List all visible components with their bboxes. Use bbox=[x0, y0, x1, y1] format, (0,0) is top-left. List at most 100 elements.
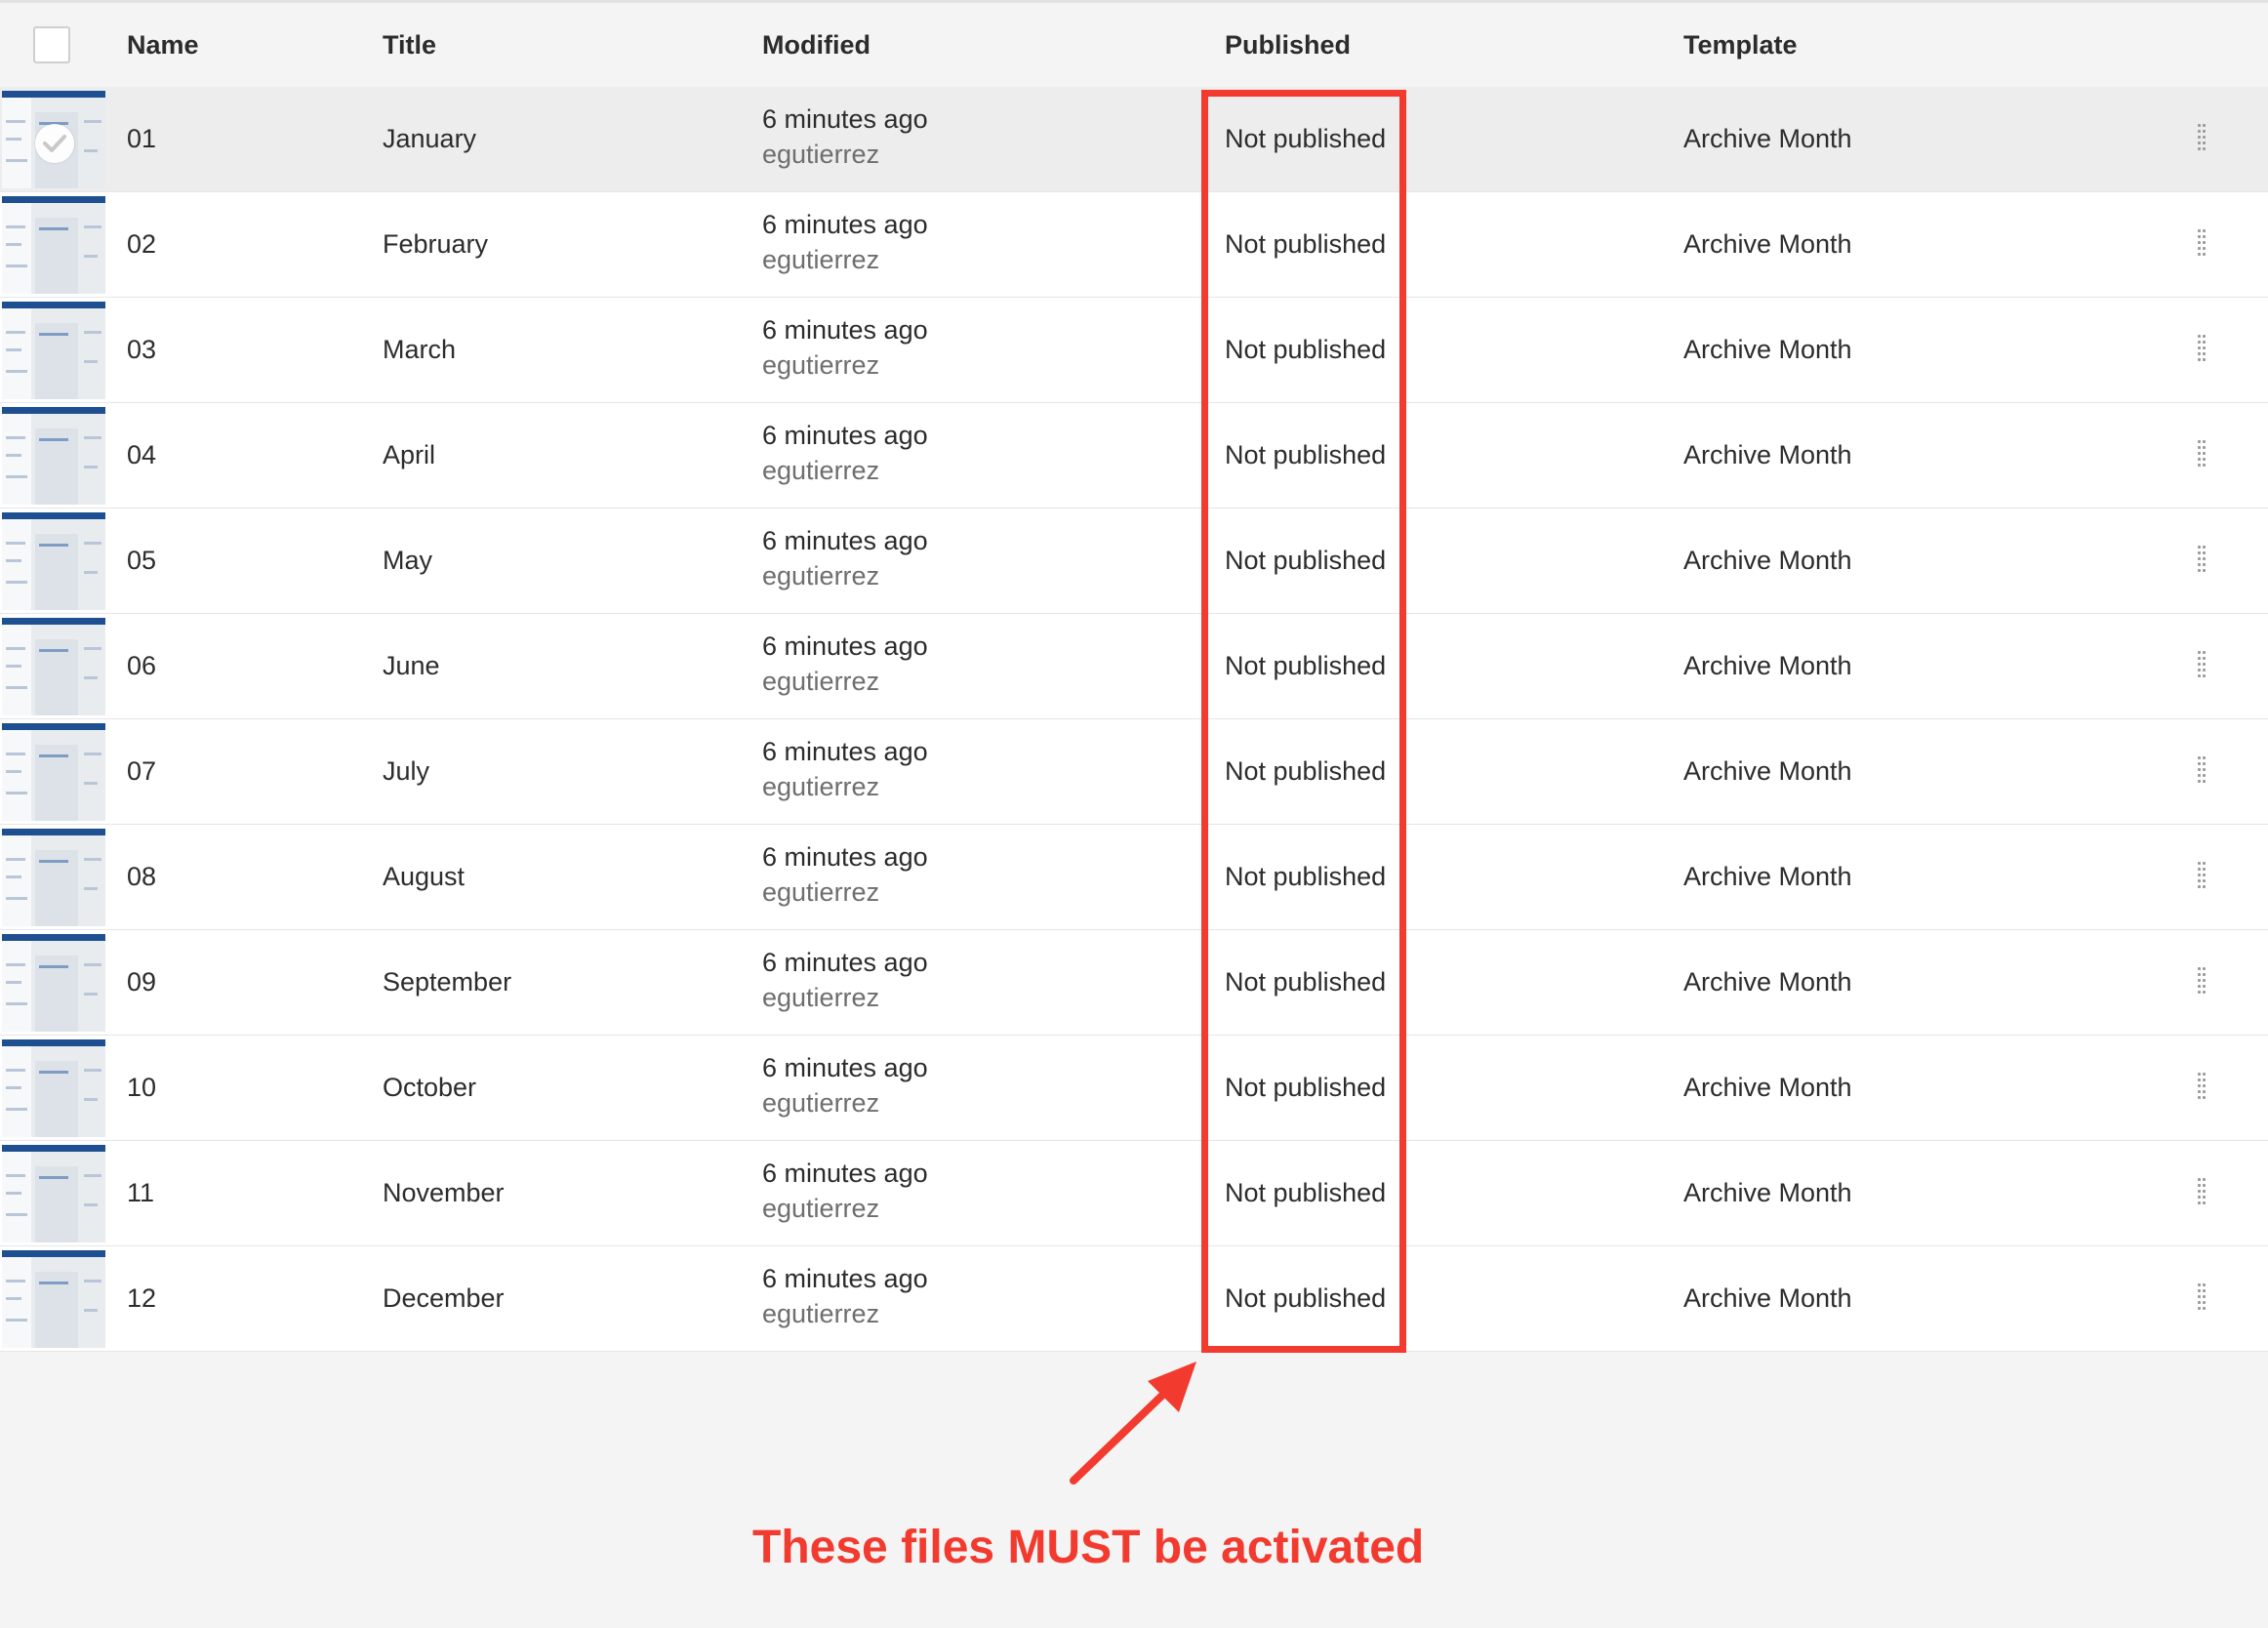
cell-title: January bbox=[383, 124, 477, 153]
page-thumbnail-icon[interactable] bbox=[2, 829, 105, 926]
cell-template: Archive Month bbox=[1683, 335, 1852, 364]
page-thumbnail-icon[interactable] bbox=[2, 1250, 105, 1348]
cell-modified-time: 6 minutes ago bbox=[762, 1053, 928, 1082]
drag-handle-icon[interactable] bbox=[2196, 124, 2207, 155]
cell-name: 06 bbox=[127, 651, 157, 680]
cell-published-status: Not published bbox=[1225, 546, 1387, 575]
cell-modified-by: egutierrez bbox=[762, 561, 880, 590]
cell-published-status: Not published bbox=[1225, 1178, 1387, 1207]
cell-published-status: Not published bbox=[1225, 862, 1387, 891]
column-header-name[interactable]: Name bbox=[127, 30, 199, 61]
cell-published-status: Not published bbox=[1225, 229, 1387, 259]
cell-modified-by: egutierrez bbox=[762, 667, 880, 696]
column-header-title[interactable]: Title bbox=[383, 30, 436, 61]
page-thumbnail-icon[interactable] bbox=[2, 618, 105, 715]
cell-title: July bbox=[383, 756, 430, 786]
table-row[interactable]: 11 November 6 minutes ago egutierrez Not… bbox=[0, 1141, 2268, 1246]
checkmark-icon[interactable] bbox=[35, 124, 74, 163]
cell-published-status: Not published bbox=[1225, 1283, 1387, 1313]
cell-template: Archive Month bbox=[1683, 1283, 1852, 1313]
page-thumbnail-icon[interactable] bbox=[2, 512, 105, 610]
page-thumbnail-icon[interactable] bbox=[2, 91, 105, 188]
cell-name: 11 bbox=[127, 1178, 155, 1207]
cell-modified-time: 6 minutes ago bbox=[762, 210, 928, 239]
cell-template: Archive Month bbox=[1683, 967, 1852, 997]
table-row[interactable]: 10 October 6 minutes ago egutierrez Not … bbox=[0, 1036, 2268, 1141]
cell-modified-time: 6 minutes ago bbox=[762, 1264, 928, 1293]
cell-template: Archive Month bbox=[1683, 440, 1852, 469]
cell-modified-time: 6 minutes ago bbox=[762, 842, 928, 872]
cell-published-status: Not published bbox=[1225, 335, 1387, 364]
drag-handle-icon[interactable] bbox=[2196, 335, 2207, 366]
column-header-published[interactable]: Published bbox=[1225, 30, 1351, 61]
table-row[interactable]: 08 August 6 minutes ago egutierrez Not p… bbox=[0, 825, 2268, 930]
table-row[interactable]: 01 January 6 minutes ago egutierrez Not … bbox=[0, 87, 2268, 192]
cell-modified-by: egutierrez bbox=[762, 456, 880, 485]
cell-template: Archive Month bbox=[1683, 229, 1852, 259]
cell-modified-time: 6 minutes ago bbox=[762, 315, 928, 345]
page-thumbnail-icon[interactable] bbox=[2, 1039, 105, 1137]
page-thumbnail-icon[interactable] bbox=[2, 1145, 105, 1242]
column-header-modified[interactable]: Modified bbox=[762, 30, 871, 61]
cell-title: April bbox=[383, 440, 436, 469]
drag-handle-icon[interactable] bbox=[2196, 967, 2207, 998]
table-row[interactable]: 04 April 6 minutes ago egutierrez Not pu… bbox=[0, 403, 2268, 509]
cell-name: 10 bbox=[127, 1073, 157, 1102]
cell-published-status: Not published bbox=[1225, 756, 1387, 786]
cell-published-status: Not published bbox=[1225, 124, 1387, 153]
table-row[interactable]: 02 February 6 minutes ago egutierrez Not… bbox=[0, 192, 2268, 298]
table-row[interactable]: 05 May 6 minutes ago egutierrez Not publ… bbox=[0, 509, 2268, 614]
drag-handle-icon[interactable] bbox=[2196, 1283, 2207, 1315]
page-thumbnail-icon[interactable] bbox=[2, 723, 105, 821]
select-all-checkbox[interactable] bbox=[33, 26, 70, 63]
page-thumbnail-icon[interactable] bbox=[2, 407, 105, 505]
page-thumbnail-icon[interactable] bbox=[2, 934, 105, 1032]
cell-title: October bbox=[383, 1073, 477, 1102]
cell-name: 01 bbox=[127, 124, 157, 153]
drag-handle-icon[interactable] bbox=[2196, 756, 2207, 788]
cell-name: 09 bbox=[127, 967, 157, 997]
cell-template: Archive Month bbox=[1683, 651, 1852, 680]
drag-handle-icon[interactable] bbox=[2196, 1073, 2207, 1104]
cell-modified-by: egutierrez bbox=[762, 877, 880, 907]
table-row[interactable]: 12 December 6 minutes ago egutierrez Not… bbox=[0, 1246, 2268, 1352]
cell-template: Archive Month bbox=[1683, 862, 1852, 891]
drag-handle-icon[interactable] bbox=[2196, 862, 2207, 893]
cell-name: 04 bbox=[127, 440, 157, 469]
cell-name: 08 bbox=[127, 862, 157, 891]
drag-handle-icon[interactable] bbox=[2196, 1178, 2207, 1209]
page-thumbnail-icon[interactable] bbox=[2, 196, 105, 294]
cell-title: August bbox=[383, 862, 466, 891]
page-thumbnail-icon[interactable] bbox=[2, 302, 105, 399]
cell-modified-time: 6 minutes ago bbox=[762, 526, 928, 555]
cell-modified-time: 6 minutes ago bbox=[762, 737, 928, 766]
cell-name: 02 bbox=[127, 229, 157, 259]
drag-handle-icon[interactable] bbox=[2196, 440, 2207, 471]
cell-modified-by: egutierrez bbox=[762, 1088, 880, 1118]
drag-handle-icon[interactable] bbox=[2196, 651, 2207, 682]
cell-modified-time: 6 minutes ago bbox=[762, 104, 928, 134]
cell-published-status: Not published bbox=[1225, 967, 1387, 997]
table-row[interactable]: 09 September 6 minutes ago egutierrez No… bbox=[0, 930, 2268, 1036]
table-row[interactable]: 07 July 6 minutes ago egutierrez Not pub… bbox=[0, 719, 2268, 825]
cell-template: Archive Month bbox=[1683, 546, 1852, 575]
cell-title: November bbox=[383, 1178, 505, 1207]
cell-title: March bbox=[383, 335, 457, 364]
cell-modified-time: 6 minutes ago bbox=[762, 631, 928, 661]
cell-title: September bbox=[383, 967, 512, 997]
cell-title: February bbox=[383, 229, 489, 259]
cell-modified-by: egutierrez bbox=[762, 1194, 880, 1223]
cell-modified-by: egutierrez bbox=[762, 983, 880, 1012]
cell-title: June bbox=[383, 651, 440, 680]
cell-modified-time: 6 minutes ago bbox=[762, 421, 928, 450]
column-header-template[interactable]: Template bbox=[1683, 30, 1798, 61]
annotation-arrow-icon bbox=[1070, 1362, 1196, 1485]
cell-modified-by: egutierrez bbox=[762, 245, 880, 274]
cell-modified-time: 6 minutes ago bbox=[762, 1159, 928, 1188]
drag-handle-icon[interactable] bbox=[2196, 229, 2207, 261]
cell-published-status: Not published bbox=[1225, 651, 1387, 680]
table-row[interactable]: 03 March 6 minutes ago egutierrez Not pu… bbox=[0, 298, 2268, 403]
table-row[interactable]: 06 June 6 minutes ago egutierrez Not pub… bbox=[0, 614, 2268, 719]
drag-handle-icon[interactable] bbox=[2196, 546, 2207, 577]
cell-name: 05 bbox=[127, 546, 157, 575]
